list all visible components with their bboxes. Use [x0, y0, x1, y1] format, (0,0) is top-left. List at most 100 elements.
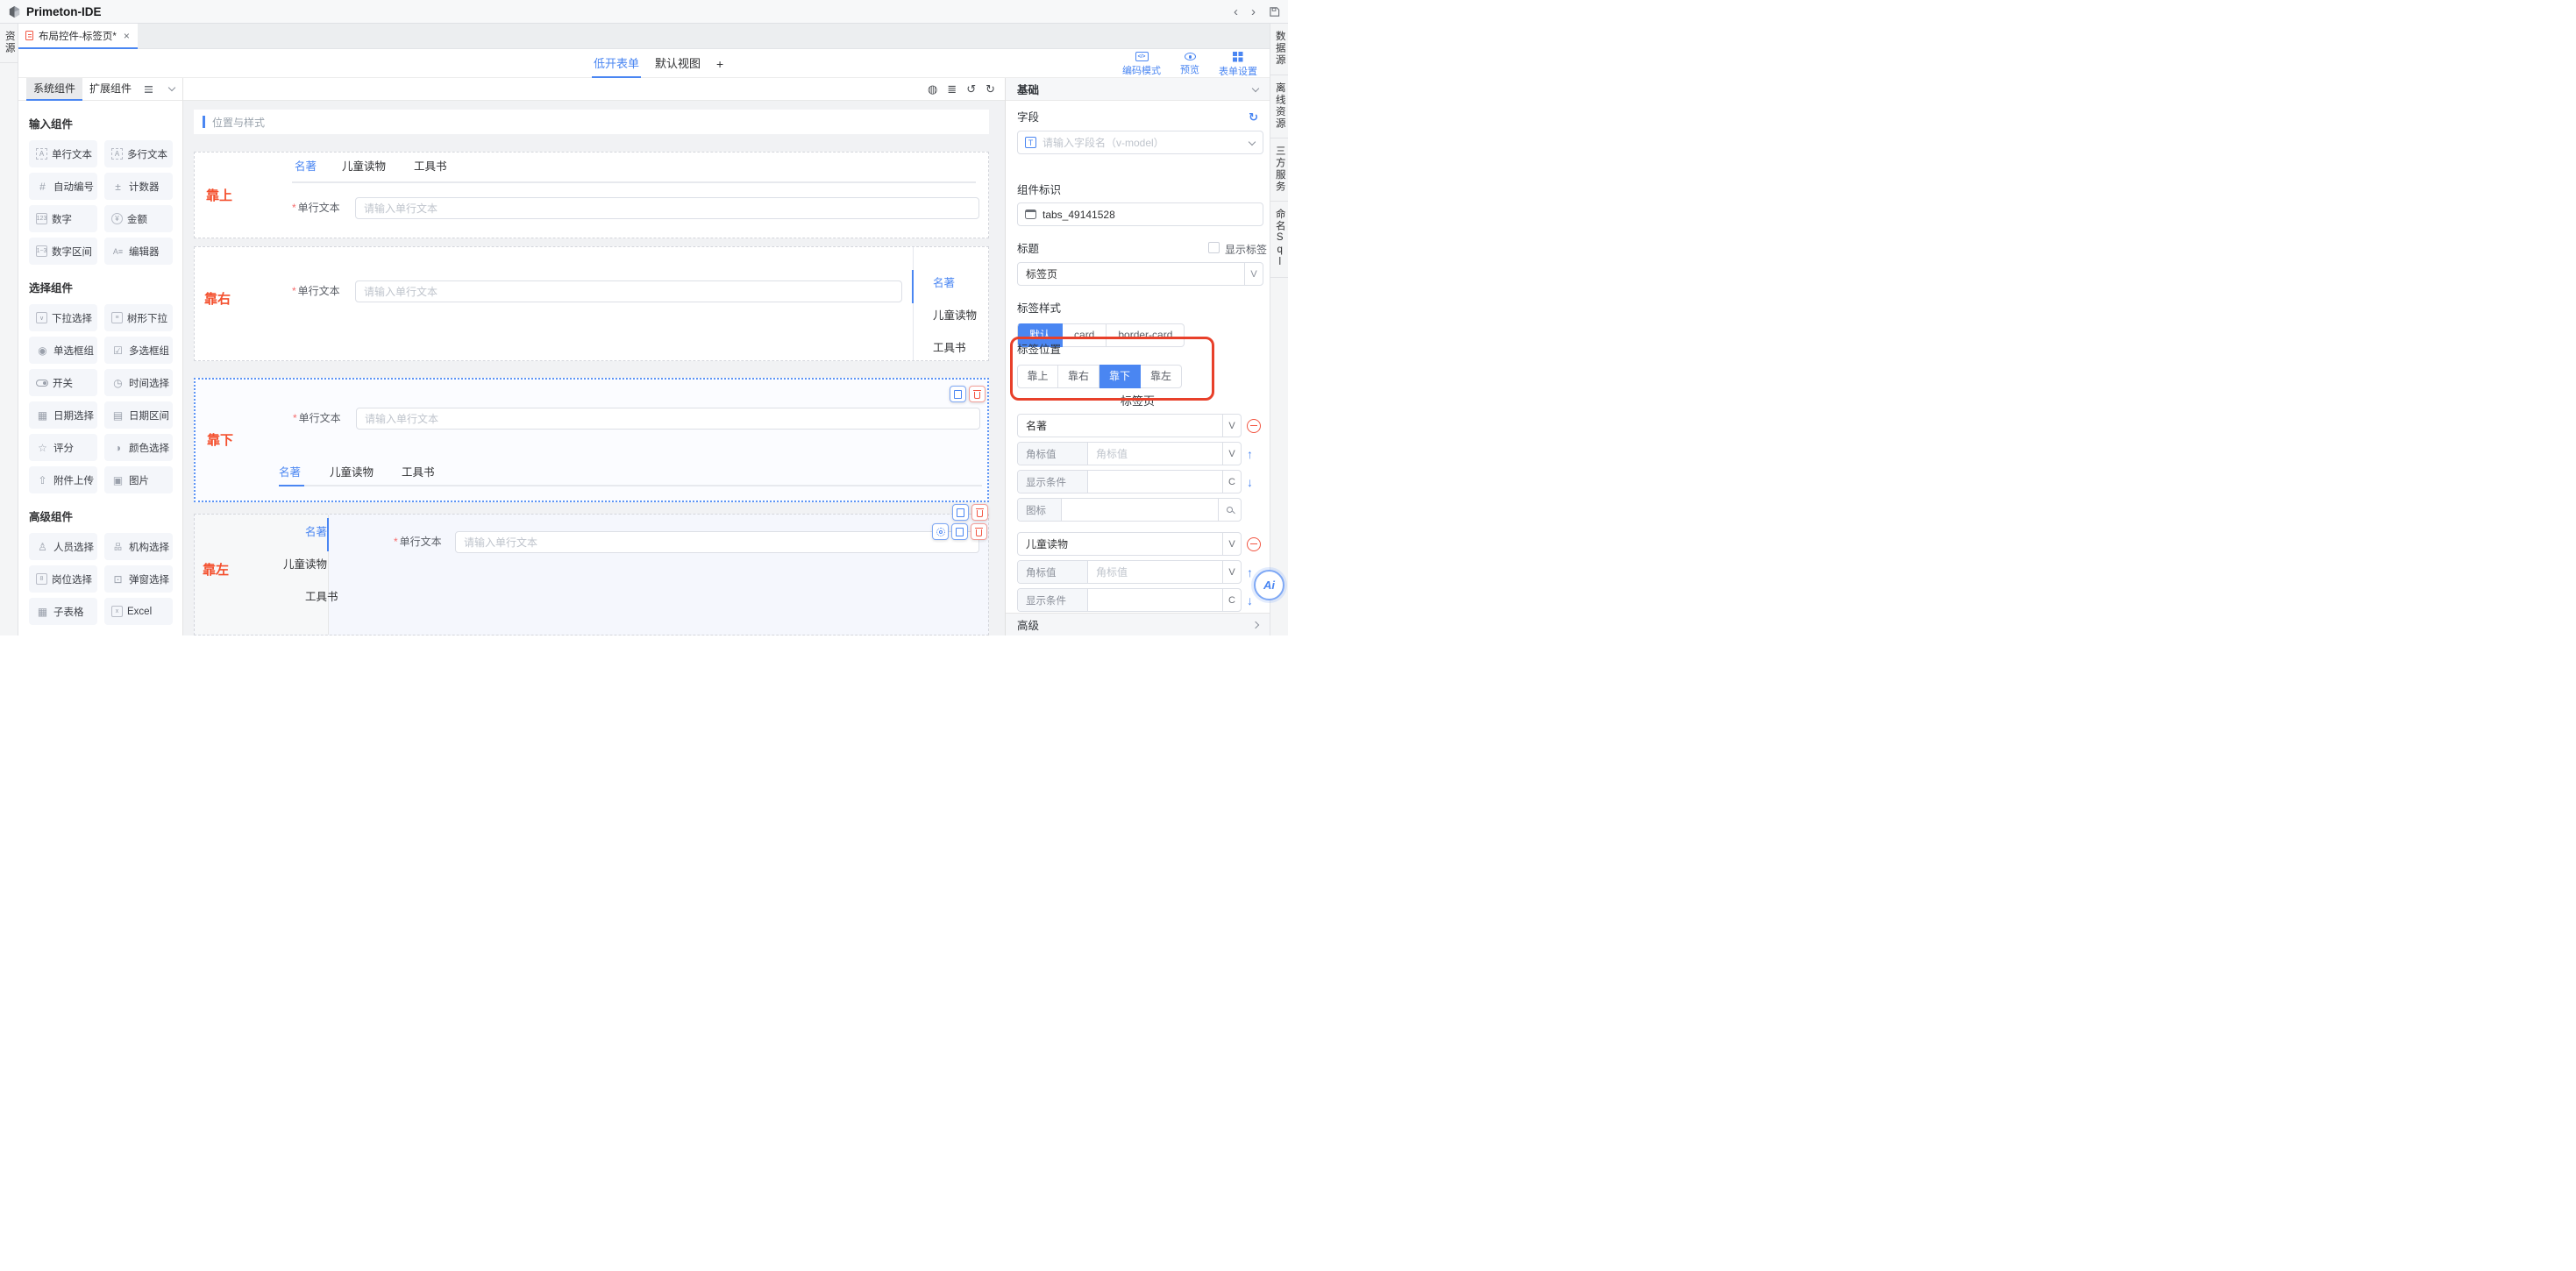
palette-item-number-range[interactable]: 1~3数字区间	[29, 238, 97, 265]
palette-item-upload[interactable]: ⇧附件上传	[29, 466, 97, 493]
delete-field-button[interactable]	[971, 523, 987, 540]
palette-item-person-select[interactable]: ♙人员选择	[29, 533, 97, 560]
condition-row[interactable]: 显示条件C	[1017, 470, 1242, 493]
delete-container-button[interactable]	[971, 504, 988, 521]
tab-famous-books[interactable]: 名著	[279, 467, 301, 479]
move-up-button[interactable]: ↑	[1247, 448, 1253, 460]
palette-item-single-line-text[interactable]: A单行文本	[29, 140, 97, 167]
save-icon[interactable]	[1269, 6, 1280, 18]
palette-item-post-select[interactable]: 8岗位选择	[29, 565, 97, 593]
ai-assistant-button[interactable]: Ai	[1254, 570, 1284, 600]
radio-option-靠右[interactable]: 靠右	[1058, 365, 1099, 388]
icon-search-button[interactable]	[1218, 499, 1241, 521]
field-settings-button[interactable]	[932, 523, 949, 540]
tab-system-components[interactable]: 系统组件	[26, 78, 82, 101]
tabs-demo-left[interactable]: 名著 儿童读物 工具书 靠左 *单行文本	[194, 514, 989, 636]
palette-item-time-picker[interactable]: ◷时间选择	[104, 369, 173, 396]
tab-item-row[interactable]: 名著V	[1017, 414, 1242, 437]
refresh-icon[interactable]: ↻	[1249, 111, 1258, 123]
tab-reference-books[interactable]: 工具书	[402, 467, 435, 479]
basic-section-header[interactable]: 基础	[1006, 78, 1270, 101]
tab-children-books[interactable]: 儿童读物	[330, 467, 374, 479]
nav-forward-icon[interactable]: ›	[1251, 5, 1256, 18]
palette-item-tree-dropdown[interactable]: ≡树形下拉	[104, 304, 173, 331]
variable-toggle-button[interactable]: V	[1244, 263, 1263, 285]
palette-item-image[interactable]: ▣图片	[104, 466, 173, 493]
palette-item-editor[interactable]: A≡编辑器	[104, 238, 173, 265]
palette-item-popup-select[interactable]: ⊡弹窗选择	[104, 565, 173, 593]
component-id-input[interactable]: tabs_49141528	[1017, 202, 1263, 226]
right-rail-item-1[interactable]: 离线资源	[1270, 75, 1288, 138]
condition-row[interactable]: 显示条件C	[1017, 588, 1242, 612]
tab-reference-books[interactable]: 工具书	[414, 161, 447, 173]
collapse-chevron-icon[interactable]	[1252, 84, 1259, 91]
palette-item-counter[interactable]: ±计数器	[104, 173, 173, 200]
palette-item-color-picker[interactable]: ◑颜色选择	[104, 434, 173, 461]
badge-row[interactable]: 角标值角标值V	[1017, 560, 1242, 584]
code-mode-button[interactable]: </>编码模式	[1122, 52, 1161, 78]
move-up-button[interactable]: ↑	[1247, 566, 1253, 579]
redo-icon[interactable]: ↻	[986, 83, 995, 95]
palette-item-radio-group[interactable]: ◉单选框组	[29, 337, 97, 364]
right-rail-item-3[interactable]: 命名Sql	[1270, 202, 1288, 278]
icon-row[interactable]: 图标	[1017, 498, 1242, 522]
palette-item-number[interactable]: 123数字	[29, 205, 97, 232]
palette-item-org-select[interactable]: 品机构选择	[104, 533, 173, 560]
palette-item-date-range[interactable]: ▤日期区间	[104, 401, 173, 429]
right-rail-item-2[interactable]: 三方服务	[1270, 138, 1288, 202]
left-rail-resources[interactable]: 资源	[0, 24, 18, 63]
single-line-text-input[interactable]	[355, 197, 979, 219]
palette-item-auto-number[interactable]: #自动编号	[29, 173, 97, 200]
palette-item-multi-line-text[interactable]: A多行文本	[104, 140, 173, 167]
tab-extended-components[interactable]: 扩展组件	[82, 78, 139, 101]
radio-option-border-card[interactable]: border-card	[1107, 323, 1185, 347]
single-line-text-input[interactable]	[455, 531, 979, 553]
badge-row[interactable]: 角标值角标值V	[1017, 442, 1242, 465]
field-binding-select[interactable]: T 请输入字段名（v-model）	[1017, 131, 1263, 154]
tab-lowcode-form[interactable]: 低开表单	[594, 49, 639, 78]
form-settings-button[interactable]: 表单设置	[1219, 52, 1257, 78]
radio-option-card[interactable]: card	[1063, 323, 1107, 347]
chevron-down-icon[interactable]	[168, 84, 175, 91]
nav-back-icon[interactable]: ‹	[1234, 5, 1238, 18]
tabs-demo-bottom-selected[interactable]: *单行文本 靠下 名著 儿童读物 工具书	[194, 378, 989, 502]
delete-component-button[interactable]	[969, 386, 986, 402]
single-line-text-input[interactable]	[356, 408, 980, 430]
undo-icon[interactable]: ↺	[966, 83, 976, 95]
copy-component-button[interactable]	[950, 386, 966, 402]
i18n-globe-icon[interactable]: ◍	[928, 83, 937, 95]
list-icon[interactable]	[145, 86, 153, 93]
tab-children-books[interactable]: 儿童读物	[283, 559, 327, 571]
copy-container-button[interactable]	[952, 504, 969, 521]
move-down-button[interactable]: ↓	[1247, 594, 1253, 607]
palette-item-checkbox-group[interactable]: ☑多选框组	[104, 337, 173, 364]
single-line-text-input[interactable]	[355, 280, 902, 302]
radio-option-靠上[interactable]: 靠上	[1017, 365, 1058, 388]
tab-reference-books[interactable]: 工具书	[933, 343, 966, 354]
tab-famous-books[interactable]: 名著	[295, 161, 317, 173]
tabs-demo-right[interactable]: 靠右 *单行文本 名著 儿童读物 工具书	[194, 246, 989, 361]
palette-item-dropdown-select[interactable]: ∨下拉选择	[29, 304, 97, 331]
advanced-section-header[interactable]: 高级	[1006, 613, 1270, 636]
document-tab[interactable]: 布局控件-标签页* ×	[18, 24, 138, 49]
palette-item-sub-table[interactable]: ▦子表格	[29, 598, 97, 625]
palette-item-excel[interactable]: xExcel	[104, 598, 173, 625]
tab-item-row[interactable]: 儿童读物V	[1017, 532, 1242, 556]
tab-default-view[interactable]: 默认视图	[655, 49, 701, 78]
right-rail-item-0[interactable]: 数据源	[1270, 24, 1288, 75]
remove-tab-item-button[interactable]	[1247, 537, 1261, 551]
move-down-button[interactable]: ↓	[1247, 476, 1253, 488]
palette-item-currency[interactable]: ¥金额	[104, 205, 173, 232]
copy-field-button[interactable]	[951, 523, 968, 540]
tabs-demo-top[interactable]: 靠上 名著 儿童读物 工具书 *单行文本	[194, 152, 989, 238]
title-input[interactable]: 标签页 V	[1017, 262, 1263, 286]
tab-famous-books[interactable]: 名著	[933, 278, 955, 289]
close-tab-icon[interactable]: ×	[124, 30, 130, 42]
palette-item-switch[interactable]: 开关	[29, 369, 97, 396]
tab-children-books[interactable]: 儿童读物	[933, 310, 977, 322]
remove-tab-item-button[interactable]	[1247, 419, 1261, 433]
palette-item-rating[interactable]: ☆评分	[29, 434, 97, 461]
outline-tree-icon[interactable]: ≣	[947, 83, 957, 95]
add-view-button[interactable]: +	[716, 57, 723, 71]
tab-reference-books[interactable]: 工具书	[305, 592, 338, 603]
